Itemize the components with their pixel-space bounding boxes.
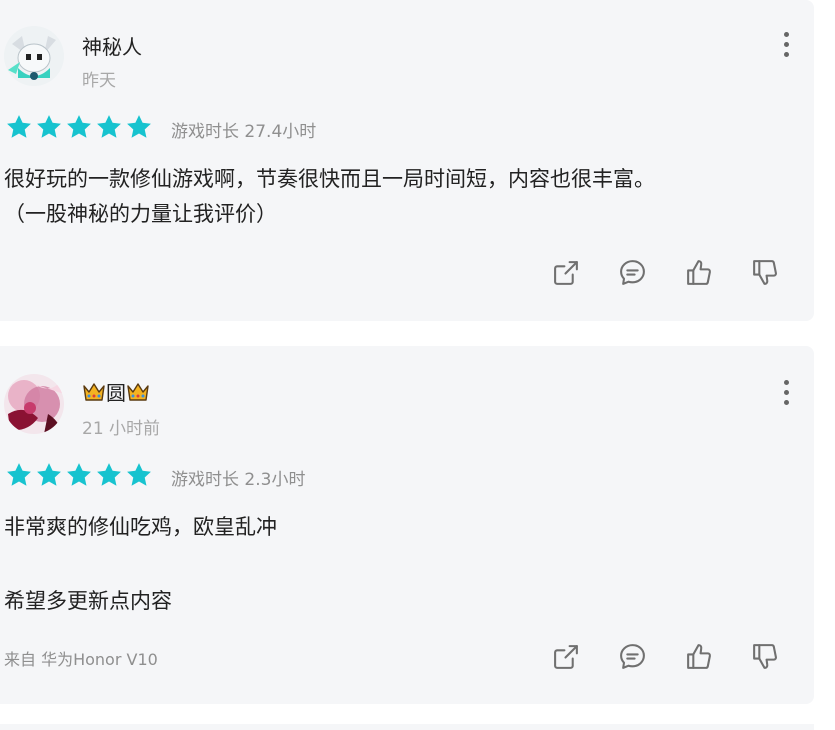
star-icon — [97, 463, 121, 486]
star-icon — [127, 115, 151, 138]
playtime: 游戏时长 2.3小时 — [171, 470, 306, 490]
thumbs-up-icon[interactable] — [684, 642, 713, 671]
star-icon — [97, 115, 121, 138]
avatar[interactable] — [4, 374, 64, 434]
star-icon — [67, 115, 91, 138]
star-icon — [7, 115, 31, 138]
star-icon — [37, 463, 61, 486]
star-icon — [37, 115, 61, 138]
review-card: 神秘人 昨天 游戏时长 27.4小时 很好玩的一款修仙游戏啊，节奏很快而且一局时… — [0, 0, 814, 321]
rating-stars — [5, 113, 153, 141]
thumbs-up-icon[interactable] — [684, 258, 713, 287]
playtime: 游戏时长 27.4小时 — [171, 122, 317, 142]
thumbs-down-icon[interactable] — [750, 258, 779, 287]
star-icon — [7, 463, 31, 486]
review-card: 圆 21 小时前 游戏时长 2.3小时 非常爽的修仙吃鸡，欧皇乱冲 希望多更新点… — [0, 346, 814, 704]
comment-icon[interactable] — [618, 258, 647, 287]
more-vertical-icon[interactable] — [784, 380, 790, 405]
comment-icon[interactable] — [618, 642, 647, 671]
avatar[interactable] — [4, 26, 64, 86]
review-text: 很好玩的一款修仙游戏啊，节奏很快而且一局时间短，内容也很丰富。 （一股神秘的力量… — [4, 167, 655, 226]
username[interactable]: 神秘人 — [82, 31, 142, 60]
rating-stars — [5, 461, 153, 489]
review-actions — [552, 258, 779, 287]
crown-icon — [83, 383, 105, 401]
username[interactable]: 圆 — [82, 377, 150, 406]
thumbs-down-icon[interactable] — [750, 642, 779, 671]
star-icon — [127, 463, 151, 486]
timestamp: 21 小时前 — [82, 419, 161, 439]
review-text: 非常爽的修仙吃鸡，欧皇乱冲 希望多更新点内容 — [4, 515, 277, 613]
star-icon — [67, 463, 91, 486]
username-text[interactable]: 圆 — [106, 381, 126, 405]
share-icon[interactable] — [552, 642, 581, 671]
next-card-edge — [0, 724, 814, 730]
share-icon[interactable] — [552, 258, 581, 287]
timestamp: 昨天 — [82, 71, 116, 91]
more-vertical-icon[interactable] — [784, 32, 790, 57]
review-actions — [552, 642, 779, 671]
crown-icon — [127, 383, 149, 401]
device-info: 来自 华为Honor V10 — [4, 650, 158, 669]
